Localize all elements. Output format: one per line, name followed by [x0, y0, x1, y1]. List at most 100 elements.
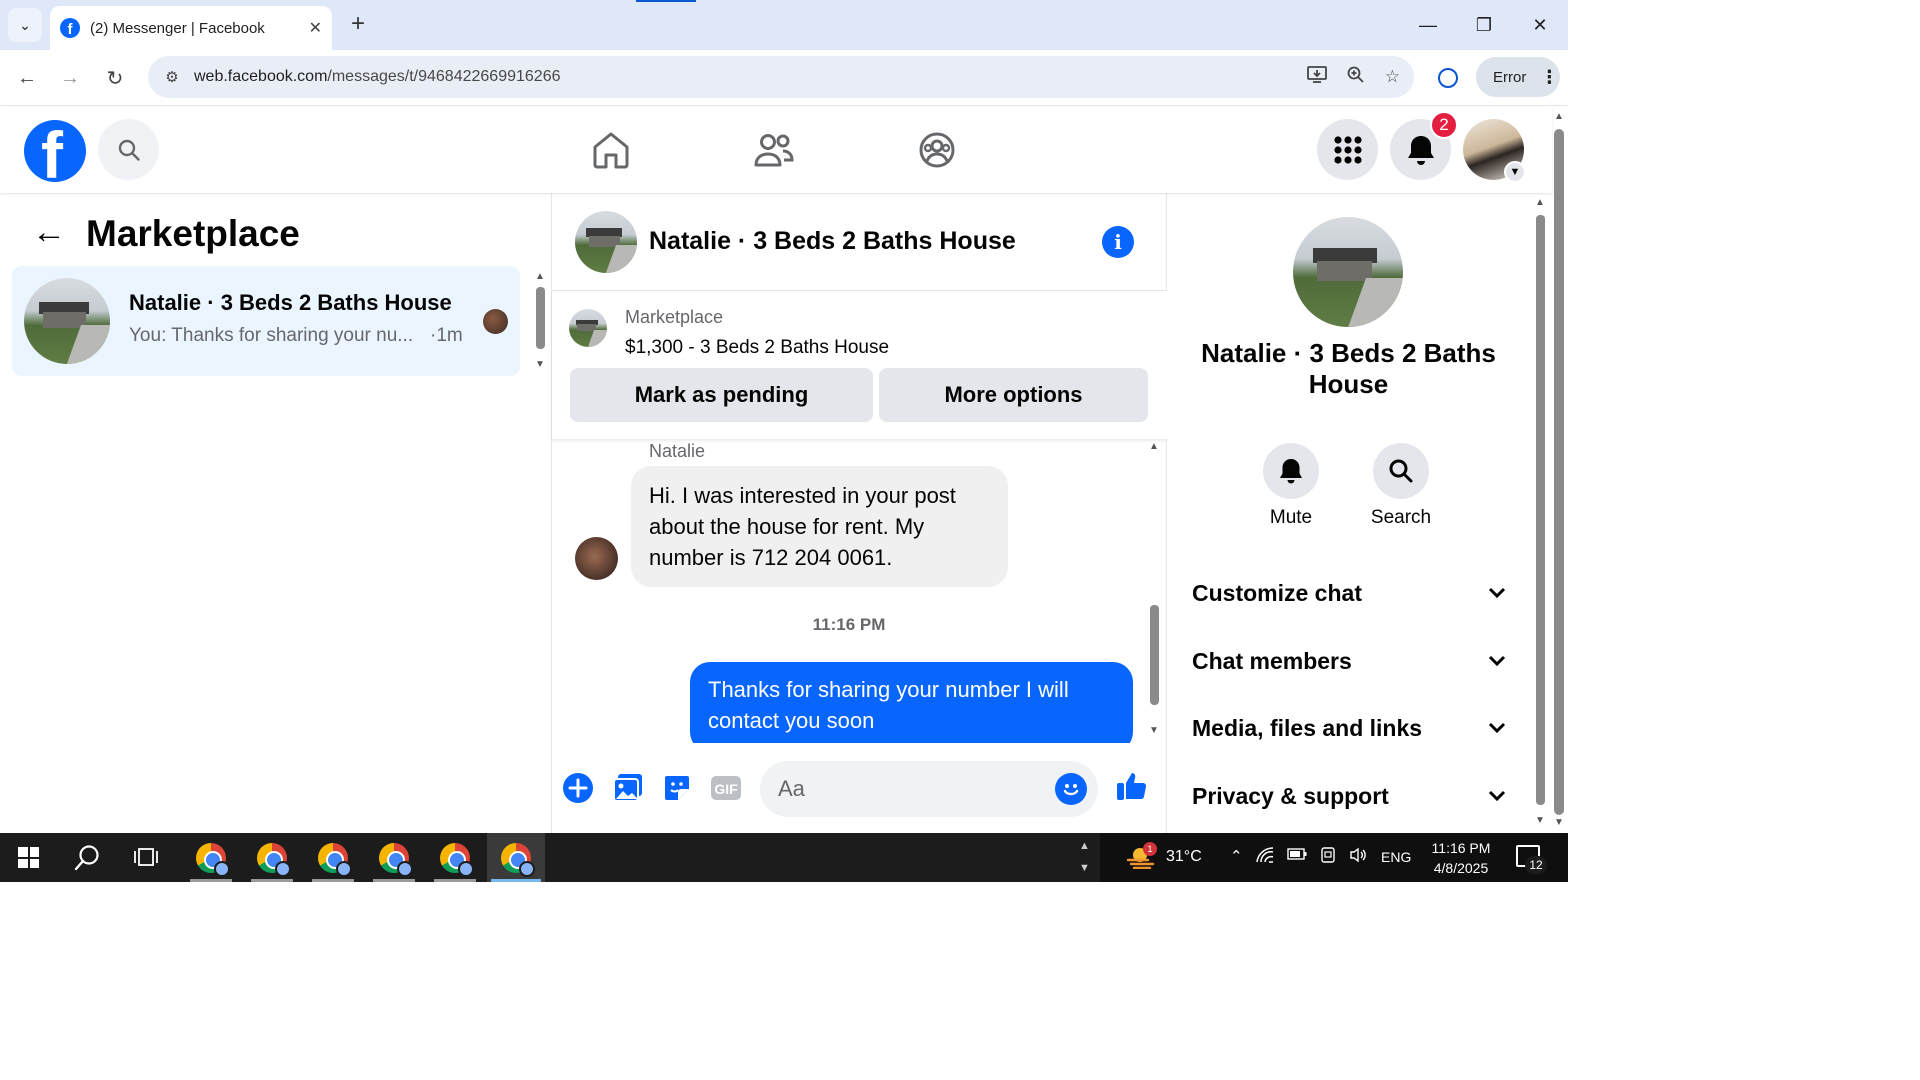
- groups-icon: [919, 132, 955, 168]
- page-scrollbar[interactable]: ▲ ▼: [1552, 107, 1568, 833]
- chevron-down-icon: [1488, 790, 1506, 802]
- reload-button[interactable]: ↻: [99, 62, 131, 94]
- chrome-icon: [257, 842, 291, 877]
- conversation-preview: You: Thanks for sharing your nu...: [129, 325, 414, 346]
- customize-chat-section[interactable]: Customize chat: [1192, 573, 1506, 613]
- windows-start-icon[interactable]: [18, 847, 39, 868]
- mute-action[interactable]: Mute: [1251, 443, 1331, 529]
- taskbar-chrome-window-5[interactable]: [426, 833, 484, 882]
- taskbar-search-icon[interactable]: [74, 844, 102, 877]
- chevron-down-icon: [1488, 587, 1506, 599]
- scroll-up-arrow-icon[interactable]: ▲: [1149, 441, 1159, 452]
- tab-title: (2) Messenger | Facebook: [90, 19, 265, 37]
- taskbar-chrome-window-active[interactable]: [487, 833, 545, 882]
- tab-search-dropdown-icon[interactable]: ⌄: [8, 8, 42, 42]
- chat-header-thumbnail[interactable]: [575, 211, 637, 273]
- scroll-down-arrow-icon[interactable]: ▼: [1554, 817, 1564, 828]
- back-button[interactable]: ←: [11, 62, 43, 94]
- taskbar-chrome-window-1[interactable]: [182, 833, 240, 882]
- site-info-icon[interactable]: ⚙: [152, 68, 192, 86]
- facebook-search-button[interactable]: [98, 119, 159, 180]
- account-chevron-down-icon[interactable]: ▼: [1504, 161, 1526, 183]
- menu-button[interactable]: [1317, 119, 1378, 180]
- listing-thumbnail[interactable]: [569, 309, 607, 347]
- close-window-button[interactable]: ✕: [1512, 0, 1568, 50]
- scroll-up-arrow-icon[interactable]: ▲: [535, 271, 545, 282]
- install-app-icon[interactable]: [1306, 65, 1327, 89]
- emoji-icon[interactable]: [1055, 773, 1087, 805]
- battery-icon[interactable]: [1286, 847, 1307, 867]
- tray-scroll-arrows[interactable]: ▲ ▼: [1079, 835, 1090, 879]
- bookmark-star-icon[interactable]: ☆: [1385, 67, 1400, 87]
- zoom-icon[interactable]: [1347, 66, 1365, 89]
- listing-description[interactable]: $1,300 - 3 Beds 2 Baths House: [625, 337, 889, 359]
- browser-tab-bar: ⌄ f (2) Messenger | Facebook ✕ + — ❐ ✕: [0, 0, 1568, 50]
- page-scrollbar-thumb[interactable]: [1554, 129, 1564, 815]
- chat-title[interactable]: Natalie · 3 Beds 2 Baths House: [649, 227, 1016, 256]
- media-files-links-section[interactable]: Media, files and links: [1192, 708, 1506, 748]
- address-bar[interactable]: ⚙ web.facebook.com/messages/t/9468422669…: [148, 56, 1414, 98]
- message-input[interactable]: [760, 761, 1098, 817]
- scrollbar-thumb[interactable]: [1536, 215, 1545, 805]
- windows-taskbar: ▲ ▼ 1 31°C ⌃ ENG 11:16 PM 4/8/2025 12: [0, 833, 1568, 882]
- scrollbar-thumb[interactable]: [536, 287, 545, 349]
- groups-nav-button[interactable]: [912, 125, 962, 175]
- outgoing-message-bubble[interactable]: Thanks for sharing your number I will co…: [690, 662, 1133, 743]
- browser-tab-messenger[interactable]: f (2) Messenger | Facebook ✕: [50, 6, 332, 50]
- conversation-time: ·1m: [430, 325, 463, 346]
- sticker-icon[interactable]: [660, 771, 694, 805]
- incoming-message-bubble[interactable]: Hi. I was interested in your post about …: [631, 466, 1008, 587]
- chat-members-section[interactable]: Chat members: [1192, 641, 1506, 681]
- scroll-down-arrow-icon[interactable]: ▼: [1149, 725, 1159, 736]
- taskbar-clock[interactable]: 11:16 PM 4/8/2025: [1424, 838, 1498, 878]
- plus-circle-icon[interactable]: [561, 771, 595, 805]
- browser-profile-icon[interactable]: [1432, 62, 1464, 94]
- scrollbar-thumb[interactable]: [1150, 605, 1159, 705]
- chrome-icon: [196, 842, 230, 877]
- details-listing-thumbnail: [1293, 217, 1403, 327]
- forward-button[interactable]: →: [54, 62, 86, 94]
- sender-avatar[interactable]: [575, 537, 618, 580]
- home-nav-button[interactable]: [586, 125, 636, 175]
- search-icon: [1389, 459, 1413, 483]
- restore-button[interactable]: ❐: [1456, 0, 1512, 50]
- scroll-up-arrow-icon[interactable]: ▲: [1535, 197, 1545, 208]
- friends-nav-button[interactable]: [749, 125, 799, 175]
- taskbar-chrome-window-4[interactable]: [365, 833, 423, 882]
- scroll-up-arrow-icon[interactable]: ▲: [1554, 111, 1564, 122]
- show-hidden-icons-chevron-icon[interactable]: ⌃: [1230, 847, 1243, 867]
- privacy-support-section[interactable]: Privacy & support: [1192, 776, 1506, 816]
- facebook-header: f: [0, 107, 1552, 193]
- task-view-icon[interactable]: [134, 845, 160, 874]
- photo-gallery-icon[interactable]: [611, 771, 645, 805]
- browser-menu-icon[interactable]: ⋮: [1540, 67, 1558, 88]
- language-indicator[interactable]: ENG: [1381, 849, 1411, 865]
- mark-as-pending-button[interactable]: Mark as pending: [570, 368, 873, 422]
- back-arrow-icon[interactable]: ←: [32, 213, 66, 252]
- chat-scrollbar[interactable]: ▲ ▼: [1148, 441, 1162, 741]
- search-action[interactable]: Search: [1361, 443, 1441, 529]
- conversation-list-scrollbar[interactable]: ▲ ▼: [534, 271, 548, 371]
- facebook-logo[interactable]: f: [24, 120, 86, 182]
- info-icon[interactable]: i: [1102, 226, 1134, 258]
- message-composer: GIF: [552, 749, 1167, 833]
- volume-icon[interactable]: [1349, 847, 1367, 867]
- tab-close-icon[interactable]: ✕: [309, 18, 322, 38]
- conversation-item[interactable]: Natalie · 3 Beds 2 Baths House You: Than…: [12, 266, 520, 376]
- gif-icon[interactable]: GIF: [709, 771, 743, 805]
- taskbar-chrome-window-2[interactable]: [243, 833, 301, 882]
- bell-icon: [1407, 135, 1434, 165]
- temperature-text[interactable]: 31°C: [1166, 848, 1202, 866]
- minimize-button[interactable]: —: [1400, 0, 1456, 50]
- taskbar-chrome-window-3[interactable]: [304, 833, 362, 882]
- meet-now-icon[interactable]: [1320, 847, 1336, 867]
- scroll-down-arrow-icon[interactable]: ▼: [1535, 815, 1545, 826]
- profile-error-button[interactable]: Error ⋮: [1476, 57, 1560, 97]
- scroll-down-arrow-icon[interactable]: ▼: [535, 359, 545, 370]
- network-icon[interactable]: [1255, 847, 1274, 867]
- thumbs-up-icon[interactable]: [1115, 769, 1149, 803]
- chat-panel: Natalie · 3 Beds 2 Baths House i Marketp…: [552, 193, 1167, 833]
- new-tab-button[interactable]: +: [344, 10, 372, 38]
- more-options-button[interactable]: More options: [879, 368, 1148, 422]
- details-scrollbar[interactable]: ▲ ▼: [1534, 197, 1548, 827]
